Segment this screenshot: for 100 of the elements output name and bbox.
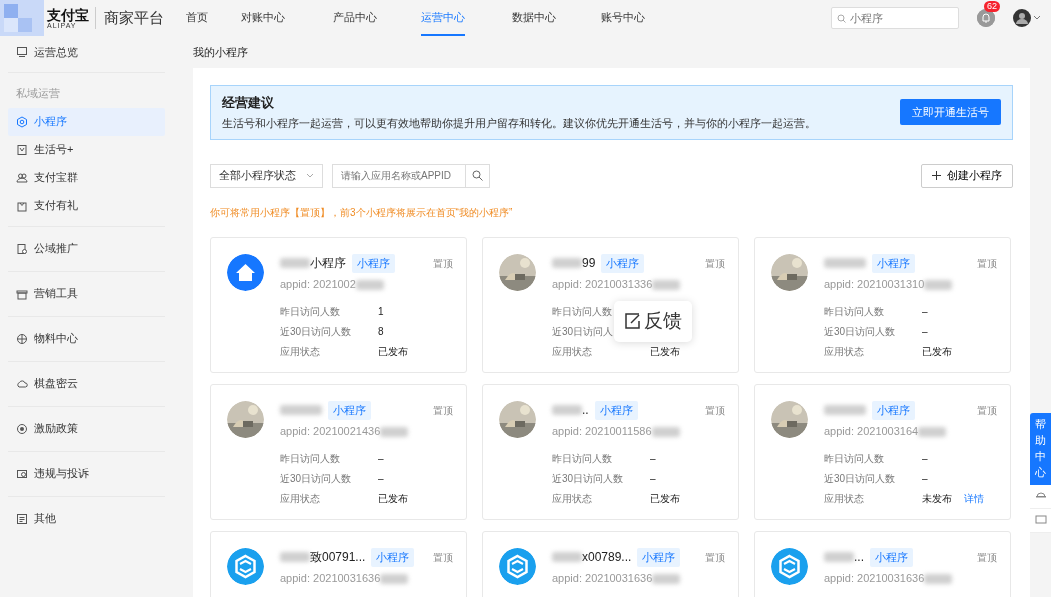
feedback-button[interactable]: 反馈: [614, 301, 692, 342]
pin-button[interactable]: 置顶: [433, 549, 453, 565]
notification-badge: 62: [984, 1, 1000, 12]
app-search-field[interactable]: 请输入应用名称或APPID: [332, 163, 466, 188]
help-center-tab[interactable]: 帮助中心: [1030, 413, 1051, 485]
stat-value: 已发布: [378, 492, 408, 507]
stat-label: 昨日访问人数: [552, 305, 613, 320]
app-id: appid: 20210011586: [552, 424, 652, 440]
sidebar-item[interactable]: 运营总览: [8, 38, 165, 66]
banner-text: 生活号和小程序一起运营，可以更有效地帮助你提升用户留存和转化。建议你优先开通生活号，并与你的小程序一起运营。: [222, 116, 817, 131]
type-tag: 小程序: [352, 253, 395, 274]
pin-button[interactable]: 置顶: [705, 255, 725, 271]
details-link[interactable]: 详情: [964, 491, 984, 507]
redaction-blur: [552, 258, 582, 269]
redaction-blur: [355, 279, 384, 290]
stat-value: 已发布: [922, 345, 952, 360]
list-icon: [16, 512, 28, 525]
globe-icon: [16, 332, 28, 345]
app-id: appid: 20210031310: [824, 277, 925, 293]
nav-tab[interactable]: 运营中心: [421, 0, 465, 36]
app-name: 小程序: [310, 255, 346, 273]
stat-label: 应用状态: [280, 345, 321, 360]
type-tag: 小程序: [872, 400, 915, 421]
bell-icon[interactable]: [977, 9, 995, 27]
sidebar-item[interactable]: 支付有礼: [8, 191, 165, 220]
redaction-blur: [824, 552, 854, 563]
nav-tab[interactable]: 首页: [186, 0, 208, 36]
stat-value: 已发布: [650, 345, 680, 360]
sidebar-item[interactable]: 生活号+: [8, 135, 165, 164]
pin-button[interactable]: 置顶: [977, 255, 997, 271]
group-icon: [16, 171, 28, 184]
type-tag: 小程序: [872, 253, 915, 274]
edit-icon: [624, 312, 642, 331]
app-id: appid: 20210031636: [280, 571, 381, 587]
stat-value: –: [922, 452, 928, 467]
avatar-icon[interactable]: [1013, 9, 1031, 27]
redaction-blur: [652, 573, 681, 584]
redaction-blur: [380, 426, 409, 437]
search-field[interactable]: 小程序: [831, 7, 959, 29]
app-name: 致00791...: [310, 549, 366, 567]
app-id: appid: 2021003164: [824, 424, 919, 440]
app-name: ...: [854, 549, 864, 567]
stat-label: 应用状态: [280, 492, 321, 507]
stat-value: –: [922, 305, 928, 320]
stat-label: 昨日访问人数: [824, 452, 885, 467]
search-icon: [472, 170, 483, 181]
pin-button[interactable]: 置顶: [433, 255, 453, 271]
create-button[interactable]: 创建小程序: [921, 163, 1013, 188]
warning-card-icon: [16, 467, 28, 480]
app-name: x00789...: [582, 549, 632, 567]
pin-button[interactable]: 置顶: [977, 549, 997, 565]
logo-text: 支付宝: [47, 7, 89, 22]
type-tag: 小程序: [371, 547, 415, 568]
stat-label: 近30日访问人数: [552, 472, 625, 487]
sidebar-item[interactable]: 支付宝群: [8, 163, 165, 192]
app-id: appid: 20210031636: [552, 571, 653, 587]
pin-button[interactable]: 置顶: [433, 402, 453, 418]
stat-label: 近30日访问人数: [280, 325, 353, 340]
pin-button[interactable]: 置顶: [977, 402, 997, 418]
hexagon-icon: [16, 115, 28, 128]
sidebar-item[interactable]: 其他: [8, 504, 165, 533]
search-icon: [837, 14, 846, 23]
stat-label: 近30日访问人数: [824, 472, 897, 487]
caret-icon[interactable]: [1033, 15, 1041, 21]
type-tag: 小程序: [601, 253, 645, 274]
redaction-blur: [280, 258, 310, 269]
sidebar-item[interactable]: 营销工具: [8, 279, 165, 308]
app-id: appid: 20210021436: [280, 424, 381, 440]
redaction-blur: [924, 573, 953, 584]
stat-label: 应用状态: [824, 345, 865, 360]
logo-icon: [0, 0, 44, 36]
status-select[interactable]: 全部小程序状态: [210, 163, 323, 188]
pin-button[interactable]: 置顶: [705, 402, 725, 418]
nav-tab[interactable]: 数据中心: [512, 0, 556, 36]
sidebar-item[interactable]: 激励政策: [8, 414, 165, 443]
nav-tab[interactable]: 账号中心: [601, 0, 645, 36]
document-icon: [16, 242, 28, 255]
redaction-blur: [380, 573, 409, 584]
stat-value: –: [378, 452, 384, 467]
sidebar-item[interactable]: 公域推广: [8, 234, 165, 263]
pin-button[interactable]: 置顶: [705, 549, 725, 565]
search-button[interactable]: [466, 163, 490, 188]
plus-icon: [932, 171, 941, 180]
app-id: appid: 2021002: [280, 277, 356, 293]
open-button[interactable]: 立即开通生活号: [900, 98, 1001, 126]
sidebar-item[interactable]: 棋盘密云: [8, 369, 165, 398]
nav-tab[interactable]: 产品中心: [333, 0, 377, 36]
stat-label: 应用状态: [552, 345, 593, 360]
sidebar-item[interactable]: 物料中心: [8, 324, 165, 353]
redaction-blur: [552, 405, 582, 416]
stat-value: 已发布: [378, 345, 408, 360]
hexagon-logo-icon: [499, 547, 536, 585]
hexagon-logo-icon: [227, 547, 264, 585]
redaction-blur: [924, 279, 953, 290]
sidebar-item[interactable]: 小程序: [8, 107, 165, 136]
nav-tab[interactable]: 对账中心: [241, 0, 285, 36]
stat-value: –: [922, 472, 928, 487]
stat-label: 近30日访问人: [552, 325, 615, 340]
sidebar-item[interactable]: 违规与投诉: [8, 459, 165, 488]
app-id: appid: 20210031336: [552, 277, 653, 293]
